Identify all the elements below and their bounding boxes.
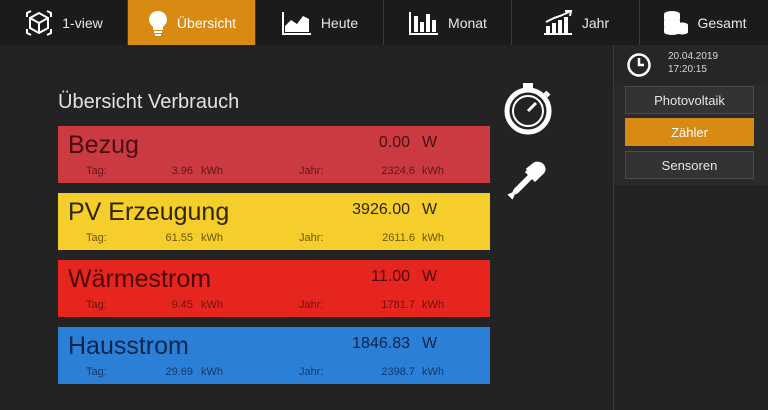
top-navigation: 1-view Übersicht Heute Monat Jahr Gesamt [0, 0, 768, 45]
pipette-icon [507, 161, 546, 200]
year-unit: kWh [422, 232, 444, 244]
stopwatch-button[interactable] [500, 80, 556, 141]
day-unit: kWh [201, 165, 223, 177]
clock-icon [627, 53, 651, 77]
year-label: Jahr: [299, 299, 324, 311]
main-panel: Übersicht Verbrauch Bezug 0.00 W Tag: 3.… [0, 45, 612, 410]
meter-name: Bezug [68, 131, 139, 159]
area-chart-icon [281, 11, 311, 35]
time-text: 17:20:15 [668, 64, 707, 75]
tab-label: Gesamt [697, 14, 747, 31]
day-label: Tag: [86, 232, 107, 244]
meter-power: 3926.00 [352, 201, 410, 218]
meter-power-unit: W [422, 335, 438, 352]
tab-1-view[interactable]: 1-view [0, 0, 128, 45]
year-value: 2324.6 [381, 165, 415, 177]
page-title: Übersicht Verbrauch [58, 91, 240, 113]
tab-heute[interactable]: Heute [256, 0, 384, 45]
meter-name: PV Erzeugung [68, 198, 230, 226]
stopwatch-icon [504, 83, 552, 135]
meter-card-bezug[interactable]: Bezug 0.00 W Tag: 3.96 kWh Jahr: 2324.6 … [58, 126, 490, 183]
meter-card-waermestrom[interactable]: Wärmestrom 11.00 W Tag: 9.45 kWh Jahr: 1… [58, 260, 490, 317]
datetime-display: 20.04.2019 17:20:15 [614, 45, 768, 85]
meter-card-hausstrom[interactable]: Hausstrom 1846.83 W Tag: 29.69 kWh Jahr:… [58, 327, 490, 384]
meter-name: Hausstrom [68, 332, 189, 360]
meter-power: 0.00 [378, 134, 410, 151]
tab-label: Jahr [581, 14, 610, 31]
year-value: 2398.7 [381, 366, 415, 378]
side-panel-empty-area [614, 185, 768, 410]
tab-label: Heute [320, 14, 359, 31]
meter-power: 1846.83 [352, 335, 410, 352]
tab-label: Übersicht [176, 14, 237, 31]
zaehler-button[interactable]: Zähler [625, 118, 754, 146]
year-unit: kWh [422, 165, 444, 177]
trend-chart-icon [543, 9, 573, 35]
day-unit: kWh [201, 299, 223, 311]
year-value: 2611.6 [382, 232, 415, 244]
meter-name: Wärmestrom [68, 265, 212, 293]
tab-label: Monat [448, 14, 487, 31]
year-unit: kWh [422, 366, 444, 378]
tab-uebersicht[interactable]: Übersicht [128, 0, 256, 45]
year-label: Jahr: [299, 366, 324, 378]
day-unit: kWh [201, 366, 223, 378]
year-label: Jahr: [299, 232, 324, 244]
pipette-button[interactable] [506, 161, 546, 206]
sensoren-button[interactable]: Sensoren [625, 151, 754, 179]
tab-monat[interactable]: Monat [384, 0, 512, 45]
year-label: Jahr: [299, 165, 324, 177]
meter-power-unit: W [422, 268, 438, 285]
coins-icon [664, 10, 689, 35]
year-unit: kWh [422, 299, 444, 311]
day-value: 61.55 [165, 232, 193, 244]
date-text: 20.04.2019 [668, 51, 719, 62]
year-value: 1781.7 [381, 299, 415, 311]
side-panel: 20.04.2019 17:20:15 Photovoltaik Zähler … [613, 45, 768, 410]
cube-icon [26, 9, 53, 36]
bar-chart-icon [409, 11, 439, 35]
meter-power: 11.00 [371, 268, 410, 285]
day-unit: kWh [201, 232, 223, 244]
photovoltaik-button[interactable]: Photovoltaik [625, 86, 754, 114]
meter-card-pv-erzeugung[interactable]: PV Erzeugung 3926.00 W Tag: 61.55 kWh Ja… [58, 193, 490, 250]
lightbulb-icon [148, 10, 167, 36]
day-label: Tag: [86, 299, 107, 311]
day-label: Tag: [86, 165, 107, 177]
day-label: Tag: [86, 366, 107, 378]
day-value: 29.69 [165, 366, 193, 378]
day-value: 3.96 [171, 165, 193, 177]
meter-power-unit: W [422, 201, 438, 218]
tab-jahr[interactable]: Jahr [512, 0, 640, 45]
meter-power-unit: W [422, 134, 438, 151]
tab-gesamt[interactable]: Gesamt [640, 0, 768, 45]
tab-label: 1-view [62, 14, 103, 31]
day-value: 9.45 [171, 299, 193, 311]
